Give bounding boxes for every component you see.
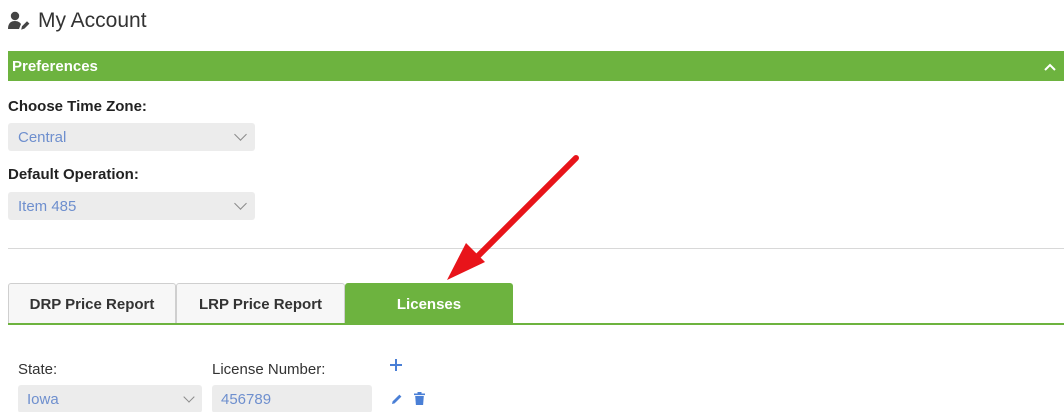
chevron-down-icon (234, 197, 247, 210)
time-zone-label: Choose Time Zone: (8, 98, 147, 115)
tab-underline (8, 323, 1064, 325)
state-select[interactable]: Iowa (18, 385, 202, 412)
state-value: Iowa (27, 390, 59, 408)
preferences-title: Preferences (12, 57, 98, 75)
divider (8, 248, 1064, 249)
tab-drp-price-report[interactable]: DRP Price Report (8, 283, 176, 324)
trash-icon[interactable] (414, 392, 425, 410)
pencil-icon[interactable] (391, 392, 403, 410)
chevron-down-icon (183, 390, 195, 403)
time-zone-value: Central (18, 128, 67, 146)
plus-icon[interactable] (389, 358, 403, 372)
preferences-panel-header[interactable]: Preferences (8, 51, 1064, 81)
time-zone-select[interactable]: Central (8, 123, 255, 151)
page-title: My Account (38, 9, 147, 32)
default-operation-label: Default Operation: (8, 166, 139, 183)
chevron-up-icon[interactable] (1044, 59, 1056, 73)
user-edit-icon (8, 11, 30, 31)
chevron-down-icon (234, 128, 247, 141)
license-number-input[interactable]: 456789 (212, 385, 372, 412)
tab-bar: DRP Price Report LRP Price Report Licens… (8, 283, 513, 324)
tab-licenses[interactable]: Licenses (345, 283, 513, 324)
page-header: My Account (8, 6, 147, 36)
tab-lrp-price-report[interactable]: LRP Price Report (176, 283, 345, 324)
license-number-value: 456789 (221, 390, 272, 408)
license-number-label: License Number: (212, 361, 326, 378)
default-operation-select[interactable]: Item 485 (8, 192, 255, 220)
state-label: State: (18, 361, 58, 378)
default-operation-value: Item 485 (18, 197, 77, 215)
